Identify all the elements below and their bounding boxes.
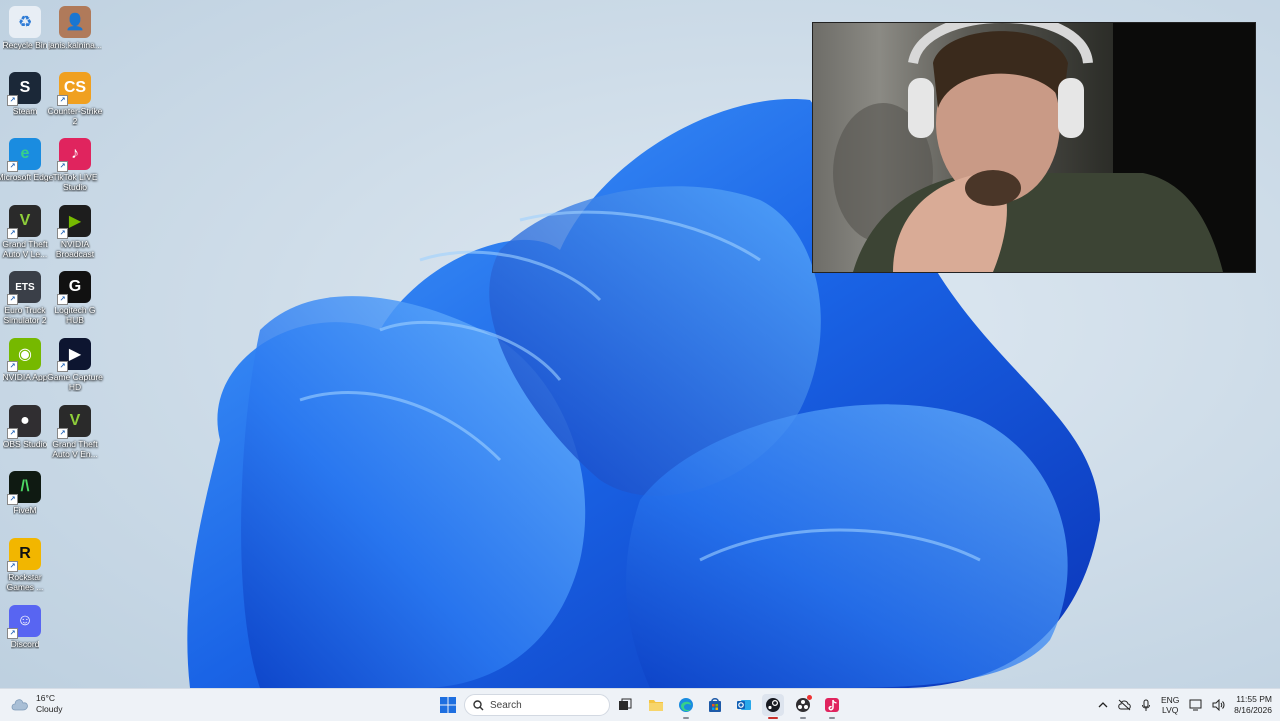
tiktok-taskbar-button[interactable] — [821, 694, 843, 719]
desktop-icon-label: Recycle Bin — [2, 40, 48, 50]
rockstar-icon: R ↗ — [7, 538, 41, 572]
shortcut-arrow-icon: ↗ — [7, 561, 18, 572]
discord-icon: ☺ ↗ — [7, 605, 41, 639]
shortcut-arrow-icon: ↗ — [7, 494, 18, 505]
tiktok-icon — [825, 698, 839, 712]
microphone-icon[interactable] — [1141, 699, 1151, 712]
shortcut-arrow-icon: ↗ — [7, 95, 18, 106]
desktop-icon-label: NVIDIA App — [2, 372, 48, 382]
fivem-icon: /\ ↗ — [7, 471, 41, 505]
clock-date: 8/16/2026 — [1234, 705, 1272, 715]
desktop-icon-logitech[interactable]: G ↗ Logitech G HUB — [45, 271, 105, 325]
desktop-icon-tiktok[interactable]: ♪ ↗ TikTok LIVE Studio — [45, 138, 105, 192]
shortcut-arrow-icon: ↗ — [7, 294, 18, 305]
shortcut-arrow-icon: ↗ — [57, 228, 68, 239]
shortcut-arrow-icon: ↗ — [57, 361, 68, 372]
gta-icon: V ↗ — [57, 405, 91, 439]
outlook-icon — [737, 700, 751, 710]
obs-icon: ● ↗ — [7, 405, 41, 439]
cloud-sync-icon[interactable] — [1118, 699, 1131, 711]
nvidia-icon: ◉ ↗ — [7, 338, 41, 372]
clock[interactable]: 11:55 PM 8/16/2026 — [1222, 694, 1272, 716]
shortcut-arrow-icon: ↗ — [7, 361, 18, 372]
store-icon — [709, 698, 721, 712]
webcam-overlay — [812, 22, 1256, 273]
shortcut-arrow-icon: ↗ — [7, 161, 18, 172]
logitech-icon: G ↗ — [57, 271, 91, 305]
desktop-icon-label: Logitech G HUB — [54, 305, 96, 325]
desktop-icon-label: OBS Studio — [2, 439, 48, 449]
desktop-icon-fivem[interactable]: /\ ↗ FiveM — [0, 471, 55, 515]
desktop-icon-label: janis.kalnina... — [48, 40, 102, 50]
weather-temp: 16°C — [36, 693, 55, 703]
file-explorer-button[interactable] — [645, 694, 667, 716]
desktop-icon-label: Discord — [10, 639, 40, 649]
search-box[interactable]: Search — [464, 694, 610, 716]
desktop-icon-counter-strike[interactable]: CS ↗ Counter-Strike 2 — [45, 72, 105, 126]
folder-icon — [649, 700, 663, 711]
desktop-icon-discord[interactable]: ☺ ↗ Discord — [0, 605, 55, 649]
start-button[interactable] — [437, 694, 459, 716]
language-code: ENG — [1161, 695, 1180, 705]
chevron-up-icon[interactable] — [1098, 700, 1108, 710]
shortcut-arrow-icon: ↗ — [57, 161, 68, 172]
steam-taskbar-button[interactable] — [762, 694, 784, 719]
desktop-icon-rockstar[interactable]: R ↗ Rockstar Games ... — [0, 538, 55, 592]
desktop-icon-label: Counter-Strike 2 — [47, 106, 103, 126]
edge-button[interactable] — [675, 694, 697, 719]
desktop-icon-label: NVIDIA Broadcast — [55, 239, 95, 259]
desktop-icon-nvidia-broadcast[interactable]: ▶ ↗ NVIDIA Broadcast — [45, 205, 105, 259]
game-capture-icon: ▶ ↗ — [57, 338, 91, 372]
weather-widget[interactable]: 16°C Cloudy — [10, 693, 62, 715]
task-view-icon — [619, 698, 632, 710]
search-icon — [473, 699, 484, 710]
steam-icon — [766, 698, 780, 712]
desktop-icon-label: Grand Theft Auto V En... — [52, 439, 98, 459]
desktop-icon-label: FiveM — [13, 505, 37, 515]
store-button[interactable] — [704, 694, 726, 716]
desktop-icon-label: Rockstar Games ... — [6, 572, 44, 592]
shortcut-arrow-icon: ↗ — [7, 228, 18, 239]
language-indicator[interactable]: ENG LVQ — [1161, 695, 1179, 715]
cloud-icon — [11, 699, 28, 711]
counter-strike-icon: CS ↗ — [57, 72, 91, 106]
tiktok-icon: ♪ ↗ — [57, 138, 91, 172]
network-icon[interactable] — [1189, 699, 1202, 711]
steam-icon: S ↗ — [7, 72, 41, 106]
keyboard-layout: LVQ — [1162, 705, 1179, 715]
task-view-button[interactable] — [614, 694, 636, 716]
search-placeholder: Search — [490, 699, 522, 711]
recycle-bin-icon: ♻ — [9, 6, 41, 38]
euro-truck-icon: ETS ↗ — [7, 271, 41, 305]
outlook-button[interactable] — [733, 694, 755, 716]
desktop-icon-gta[interactable]: V ↗ Grand Theft Auto V En... — [45, 405, 105, 459]
shortcut-arrow-icon: ↗ — [7, 428, 18, 439]
obs-taskbar-button[interactable] — [792, 694, 814, 719]
weather-condition: Cloudy — [36, 704, 63, 714]
windows-icon — [440, 697, 456, 713]
desktop-icon-label: TikTok LIVE Studio — [52, 172, 98, 192]
shortcut-arrow-icon: ↗ — [7, 628, 18, 639]
desktop-icon-label: Game Capture HD — [47, 372, 103, 392]
edge-icon — [679, 698, 693, 712]
shortcut-arrow-icon: ↗ — [57, 428, 68, 439]
desktop-icon-label: Steam — [12, 106, 38, 116]
nvidia-broadcast-icon: ▶ ↗ — [57, 205, 91, 239]
edge-icon: e ↗ — [7, 138, 41, 172]
shortcut-arrow-icon: ↗ — [57, 95, 68, 106]
clock-time: 11:55 PM — [1236, 694, 1272, 704]
recording-indicator — [807, 695, 812, 700]
user-folder-icon: 👤 — [59, 6, 91, 38]
desktop-icon-user-folder[interactable]: 👤 janis.kalnina... — [45, 6, 105, 50]
gta-icon: V ↗ — [7, 205, 41, 239]
desktop-icon-game-capture[interactable]: ▶ ↗ Game Capture HD — [45, 338, 105, 392]
shortcut-arrow-icon: ↗ — [57, 294, 68, 305]
taskbar: 16°C Cloudy Search ENG LVQ 11:55 PM 8/16… — [0, 688, 1280, 721]
